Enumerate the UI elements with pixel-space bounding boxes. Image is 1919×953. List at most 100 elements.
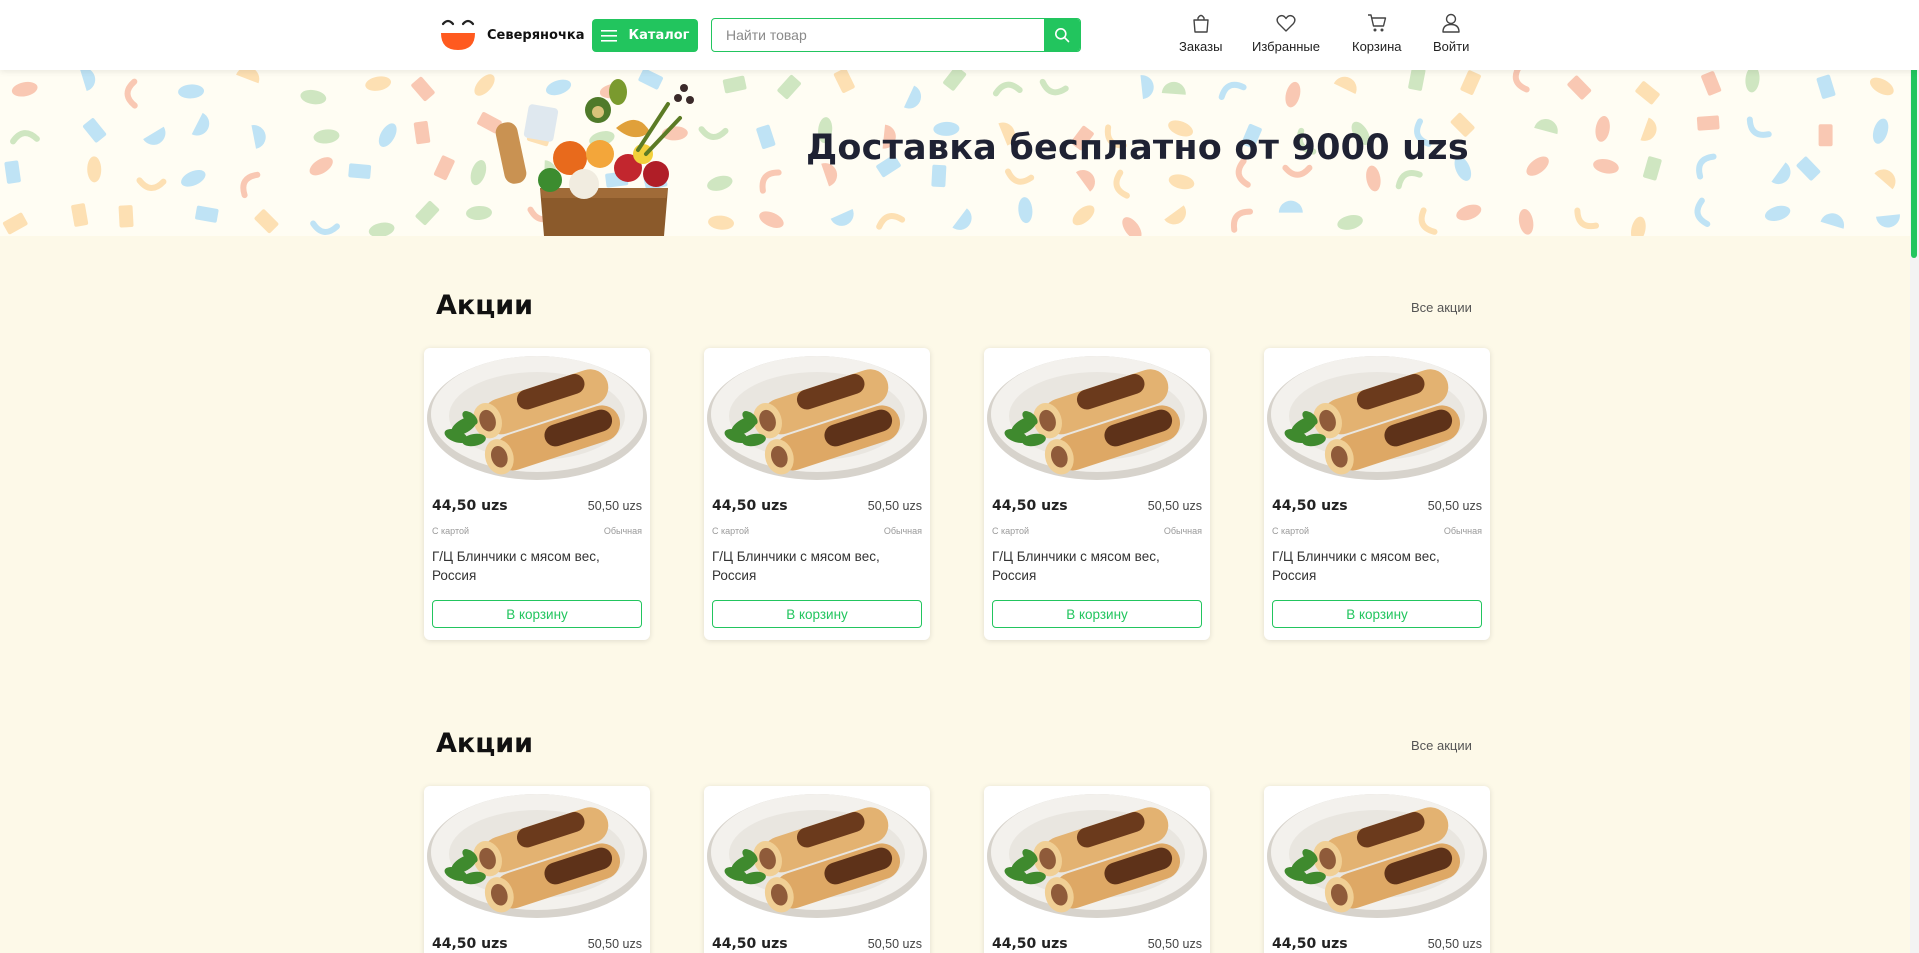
- add-to-cart-button[interactable]: В корзину: [1272, 600, 1482, 628]
- product-card[interactable]: 44,50 uzs 50,50 uzs: [704, 786, 930, 953]
- confetti-shape: [368, 222, 395, 236]
- product-name[interactable]: Г/Ц Блинчики с мясом вес, Россия: [992, 547, 1192, 585]
- product-price: 44,50 uzs: [712, 936, 788, 952]
- add-to-cart-button[interactable]: В корзину: [432, 600, 642, 628]
- confetti-shape: [251, 125, 266, 149]
- product-regular-price: 50,50 uzs: [1147, 499, 1202, 513]
- promo-banner[interactable]: Доставка бесплатно от 9000 uzs: [0, 70, 1919, 236]
- confetti-shape: [1075, 169, 1095, 192]
- confetti-shape: [1640, 117, 1657, 141]
- product-card[interactable]: 44,50 uzs 50,50 uzs С картой Обычная Г/Ц…: [704, 348, 930, 640]
- search-input[interactable]: [712, 19, 1044, 51]
- logo[interactable]: Северяночка: [437, 15, 587, 55]
- confetti-shape: [1796, 156, 1821, 181]
- catalog-button[interactable]: Каталог: [592, 19, 698, 52]
- confetti-shape: [759, 169, 782, 194]
- confetti-shape: [1534, 119, 1558, 135]
- banner-title: Доставка бесплатно от 9000 uzs: [806, 128, 1469, 168]
- product-image: [704, 348, 930, 484]
- confetti-shape: [903, 85, 922, 109]
- product-card[interactable]: 44,50 uzs 50,50 uzs С картой Обычная Г/Ц…: [1264, 348, 1490, 640]
- header: Северяночка Каталог Заказы Избранные: [0, 0, 1919, 70]
- confetti-shape: [11, 81, 38, 97]
- menu-icon: [600, 29, 617, 42]
- confetti-shape: [71, 203, 89, 227]
- nav-favorites[interactable]: Избранные: [1252, 12, 1320, 54]
- card-price-label: С картой: [432, 526, 470, 536]
- confetti-shape: [1701, 71, 1722, 96]
- product-card[interactable]: 44,50 uzs 50,50 uzs С картой Обычная Г/Ц…: [984, 348, 1210, 640]
- card-price-label: С картой: [712, 526, 750, 536]
- catalog-label: Каталог: [628, 28, 690, 43]
- confetti-shape: [1764, 205, 1791, 221]
- user-icon: [1442, 13, 1460, 33]
- product-card[interactable]: 44,50 uzs 50,50 uzs: [984, 786, 1210, 953]
- confetti-shape: [1285, 81, 1301, 108]
- nav-cart[interactable]: Корзина: [1352, 12, 1402, 54]
- confetti-shape: [79, 70, 96, 92]
- confetti-shape: [1771, 162, 1791, 185]
- product-image: [984, 348, 1210, 484]
- add-to-cart-button[interactable]: В корзину: [992, 600, 1202, 628]
- product-price: 44,50 uzs: [432, 936, 508, 952]
- confetti-shape: [1631, 216, 1646, 236]
- confetti-shape: [1574, 207, 1600, 230]
- confetti-shape: [1039, 78, 1069, 96]
- product-name[interactable]: Г/Ц Блинчики с мясом вес, Россия: [432, 547, 632, 585]
- product-regular-price: 50,50 uzs: [1427, 937, 1482, 951]
- product-card[interactable]: 44,50 uzs 50,50 uzs: [1264, 786, 1490, 953]
- confetti-shape: [759, 211, 784, 228]
- confetti-shape: [87, 156, 102, 183]
- confetti-shape: [1366, 165, 1381, 192]
- confetti-shape: [1869, 77, 1894, 96]
- product-regular-price: 50,50 uzs: [587, 499, 642, 513]
- confetti-shape: [178, 84, 205, 99]
- product-name[interactable]: Г/Ц Блинчики с мясом вес, Россия: [1272, 547, 1472, 585]
- add-to-cart-button[interactable]: В корзину: [712, 600, 922, 628]
- product-image: [704, 786, 930, 922]
- confetti-shape: [300, 89, 327, 105]
- confetti-shape: [1745, 70, 1760, 93]
- product-image: [984, 786, 1210, 922]
- regular-price-label: Обычная: [883, 526, 922, 536]
- confetti-shape: [1456, 204, 1482, 221]
- product-price: 44,50 uzs: [992, 936, 1068, 952]
- confetti-shape: [1593, 158, 1619, 174]
- confetti-shape: [83, 118, 107, 143]
- confetti-shape: [1872, 118, 1889, 144]
- confetti-shape: [943, 70, 967, 91]
- product-image: [1264, 786, 1490, 922]
- product-price: 44,50 uzs: [1272, 498, 1348, 514]
- confetti-shape: [124, 78, 138, 109]
- product-card[interactable]: 44,50 uzs 50,50 uzs С картой Обычная Г/Ц…: [424, 348, 650, 640]
- nav-orders[interactable]: Заказы: [1179, 12, 1222, 54]
- confetti-shape: [254, 209, 279, 234]
- see-all-link[interactable]: Все акции: [1411, 738, 1472, 753]
- confetti-shape: [4, 160, 21, 184]
- confetti-shape: [1140, 75, 1154, 100]
- product-regular-price: 50,50 uzs: [1147, 937, 1202, 951]
- product-price: 44,50 uzs: [1272, 936, 1348, 952]
- nav-login[interactable]: Войти: [1433, 12, 1469, 54]
- search-button[interactable]: [1044, 19, 1080, 51]
- card-price-label: С картой: [992, 526, 1030, 536]
- product-image: [424, 348, 650, 484]
- confetti-shape: [1395, 169, 1423, 190]
- confetti-shape: [433, 155, 455, 181]
- confetti-shape: [1818, 124, 1833, 147]
- confetti-shape: [1816, 74, 1836, 99]
- confetti-shape: [1337, 214, 1363, 230]
- regular-price-label: Обычная: [1443, 526, 1482, 536]
- see-all-link[interactable]: Все акции: [1411, 300, 1472, 315]
- product-card[interactable]: 44,50 uzs 50,50 uzs: [424, 786, 650, 953]
- confetti-shape: [240, 171, 261, 199]
- product-regular-price: 50,50 uzs: [587, 937, 642, 951]
- section-title: Акции: [436, 290, 534, 321]
- heart-icon: [1276, 14, 1296, 32]
- logo-text: Северяночка: [487, 27, 585, 43]
- confetti-shape: [1518, 208, 1534, 235]
- product-image: [1264, 348, 1490, 484]
- product-name[interactable]: Г/Ц Блинчики с мясом вес, Россия: [712, 547, 912, 585]
- confetti-shape: [415, 200, 440, 225]
- confetti-shape: [876, 213, 906, 230]
